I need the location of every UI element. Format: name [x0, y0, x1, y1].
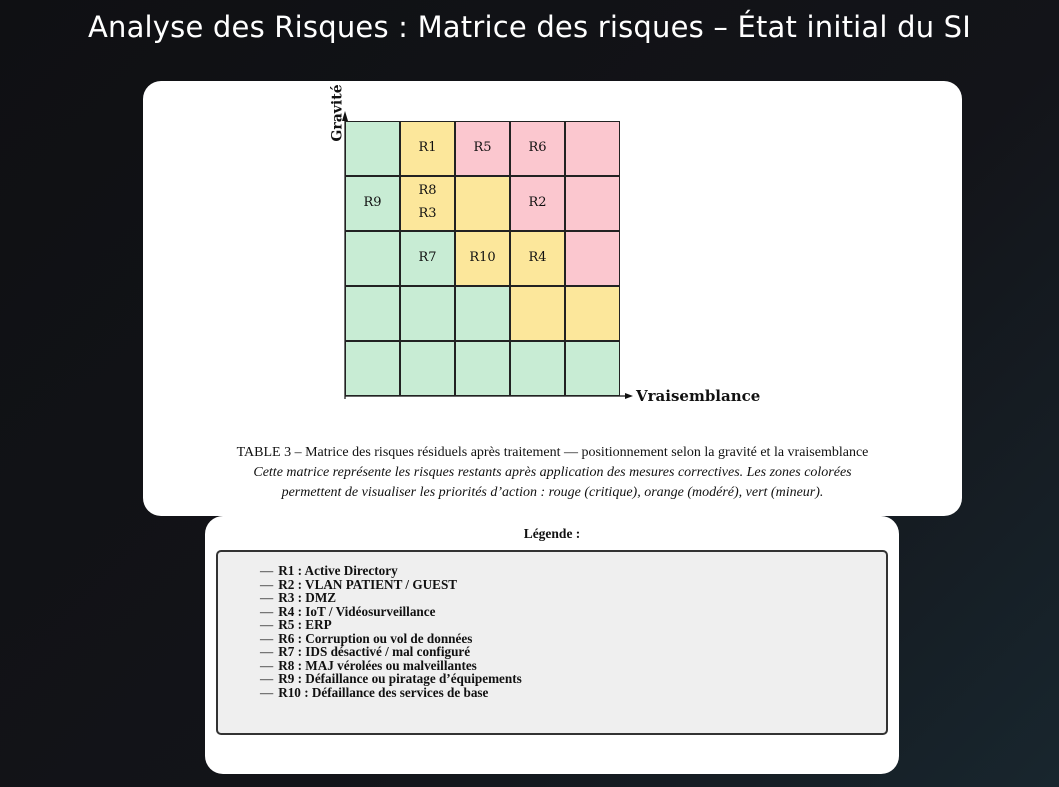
legend-card: Légende : — R1 : Active Directory — R2 : VL… [205, 516, 899, 774]
risk-label: R8 [418, 183, 437, 198]
risk-label: R6 [528, 140, 547, 155]
risk-label: R5 [473, 140, 492, 155]
legend-list: — R1 : Active Directory — R2 : VLAN PATIENT… [260, 564, 522, 699]
matrix-cell [345, 231, 400, 286]
legend-dash: — [260, 563, 274, 578]
legend-item: — R2 : VLAN PATIENT / GUEST [260, 577, 522, 592]
legend-item-text: R10 : Défaillance des services de base [278, 684, 489, 700]
legend-dash: — [260, 671, 274, 686]
matrix-cell [565, 121, 620, 176]
matrix-cell [400, 341, 455, 396]
risk-label: R2 [528, 195, 547, 210]
legend-dash: — [260, 644, 274, 659]
matrix-cell [565, 286, 620, 341]
matrix-cell [565, 176, 620, 231]
matrix-cell [455, 341, 510, 396]
matrix-cell [400, 286, 455, 341]
matrix-cell [345, 341, 400, 396]
legend-dash: — [260, 590, 274, 605]
legend-item: — R6 : Corruption ou vol de données [260, 631, 522, 646]
legend-item: — R1 : Active Directory [260, 564, 522, 578]
matrix-cell [565, 231, 620, 286]
risk-matrix-card: Gravité R1 R5 R6 R9 R8 R3 R2 R7 R10 R4 Vraisembla… [143, 81, 962, 516]
caption-description-line1: Cette matrice représente les risques res… [253, 465, 852, 480]
matrix-cell [565, 341, 620, 396]
legend-item: — R5 : ERP [260, 618, 522, 632]
legend-item: — R3 : DMZ [260, 591, 522, 605]
legend-dash: — [260, 684, 274, 700]
legend-item: — R8 : MAJ vérolées ou malveillantes [260, 658, 522, 673]
legend-box: — R1 : Active Directory — R2 : VLAN PATIENT… [216, 550, 888, 735]
matrix-cell [510, 341, 565, 396]
legend-item: — R9 : Défaillance ou piratage d’équipeme… [260, 672, 522, 686]
table-caption: TABLE 3 – Matrice des risques résiduels … [236, 445, 869, 460]
risk-label: R9 [363, 195, 382, 210]
legend-title: Légende : [523, 526, 581, 541]
legend-dash: — [260, 617, 274, 632]
caption-description-line2: permettent de visualiser les priorités d… [281, 485, 824, 500]
risk-label: R7 [418, 250, 437, 265]
slide-title: Analyse des Risques : Matrice des risque… [87, 10, 972, 44]
matrix-cell [510, 286, 565, 341]
risk-label: R1 [418, 140, 437, 155]
matrix-cell [345, 121, 400, 176]
legend-item: — R7 : IDS désactivé / mal configuré [260, 645, 522, 659]
legend-item: — R4 : IoT / Vidéosurveillance [260, 604, 522, 619]
legend-item: — R10 : Défaillance des services de base [260, 684, 522, 700]
risk-label: R10 [469, 250, 496, 265]
matrix-cell [455, 176, 510, 231]
matrix-cell [345, 286, 400, 341]
risk-label: R3 [418, 206, 437, 221]
x-axis-label: Vraisemblance [636, 387, 761, 405]
matrix-cell [455, 286, 510, 341]
risk-label: R4 [528, 250, 547, 265]
